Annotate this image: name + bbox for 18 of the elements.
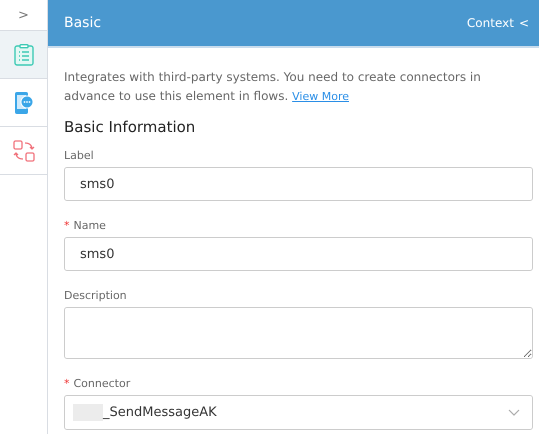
section-title: Basic Information <box>64 118 196 136</box>
required-mark: * <box>64 219 70 232</box>
intro-text: Integrates with third-party systems. You need to create connectors in advance to use this element in flows. View More <box>64 69 482 105</box>
phone-chat-icon <box>14 90 34 114</box>
field-label: Connector <box>74 377 130 390</box>
swap-icon <box>12 140 34 162</box>
required-mark: * <box>64 377 70 390</box>
connector-select[interactable]: _SendMessageAK <box>64 395 533 430</box>
field-label: Name <box>74 219 106 232</box>
sidebar-item[interactable] <box>0 31 47 79</box>
field-label: Description <box>64 289 127 302</box>
panel-title: Basic <box>64 15 102 31</box>
text-field[interactable]: sms0 <box>64 167 533 201</box>
text-field[interactable]: sms0 <box>64 237 533 271</box>
description-field[interactable] <box>64 307 533 359</box>
checklist-icon <box>14 44 34 66</box>
field-label: Label <box>64 149 94 162</box>
chevron-down-icon <box>508 409 520 416</box>
